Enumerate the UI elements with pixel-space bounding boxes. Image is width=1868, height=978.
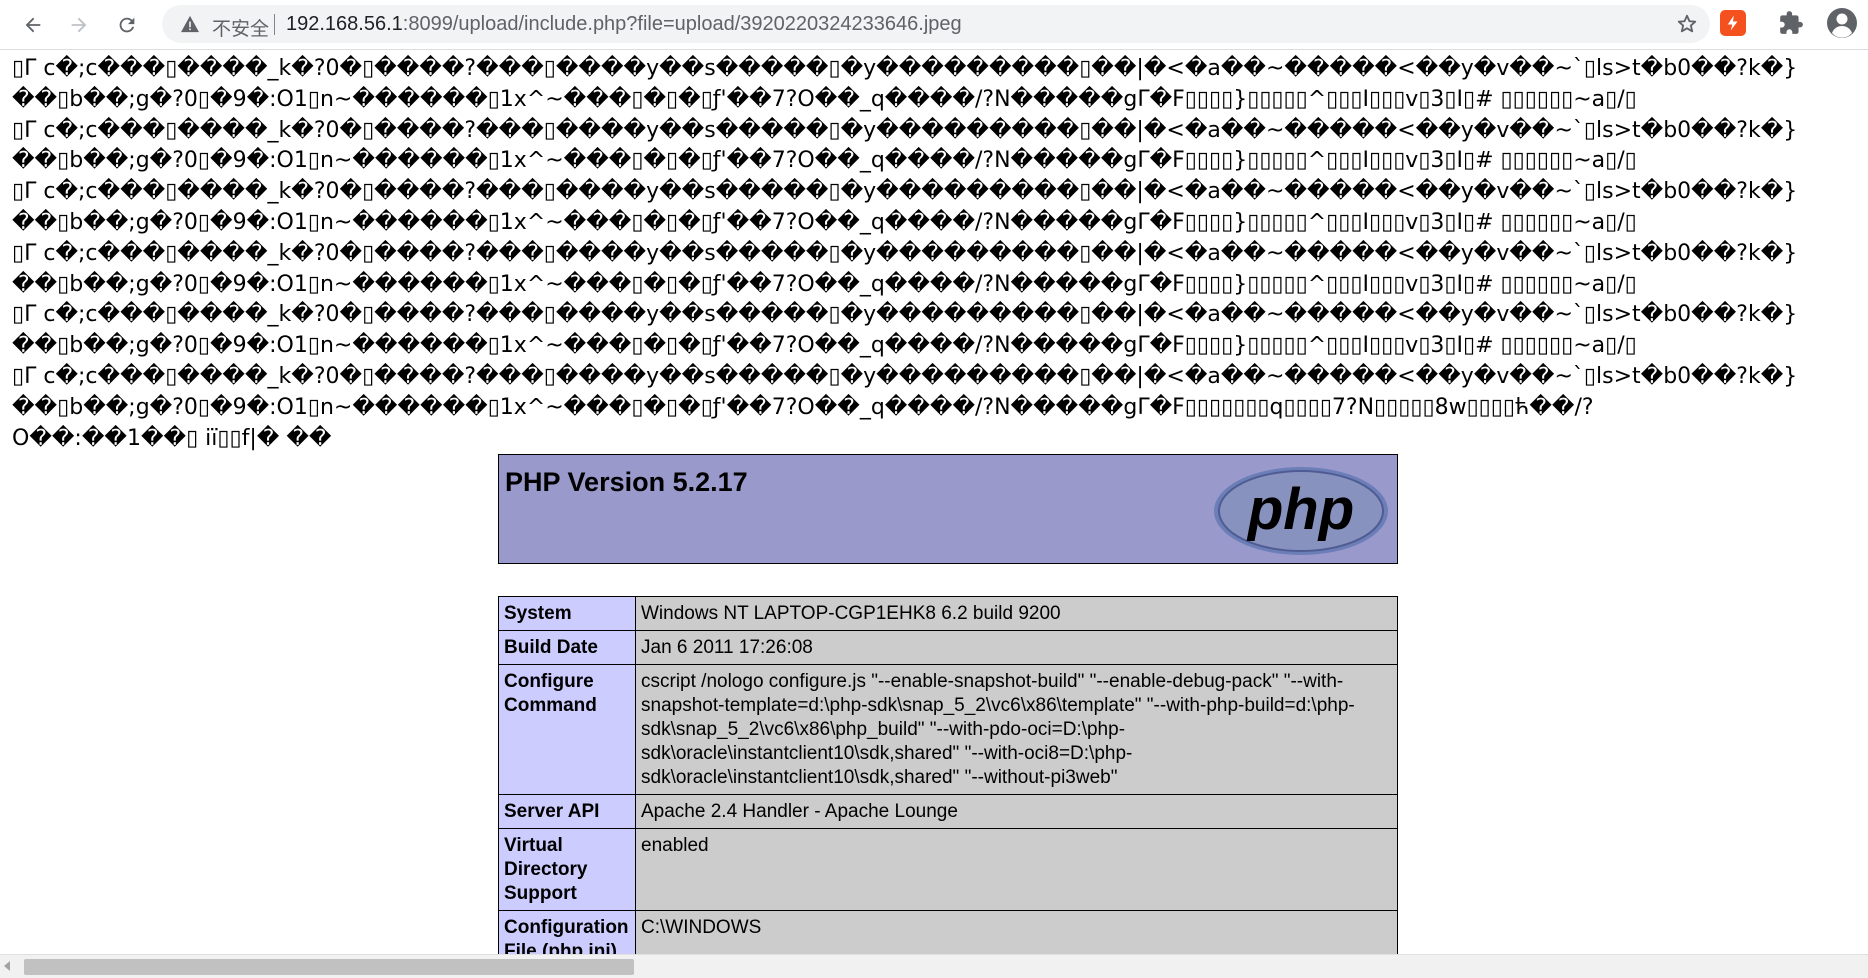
garbled-line: ▯Γ c�;c���▯����_k�?0�▯����?���▯����y��s�… — [12, 363, 1798, 389]
info-key: Server API — [498, 794, 636, 829]
info-value: cscript /nologo configure.js "--enable-s… — [635, 664, 1398, 795]
reload-icon — [119, 17, 135, 33]
warning-icon — [181, 15, 199, 33]
garbled-line: ▯Γ c�;c���▯����_k�?0�▯����?���▯����y��s�… — [12, 179, 1798, 205]
info-value: enabled — [635, 828, 1398, 911]
page-viewport: ▯Γ c�;c���▯����_k�?0�▯����?���▯����y��s�… — [0, 0, 1868, 954]
scroll-left-arrow-icon[interactable] — [4, 961, 10, 971]
url-host: 192.168.56.1 — [286, 13, 403, 35]
info-key: Configure Command — [498, 664, 636, 795]
phpinfo-table: System Windows NT LAPTOP-CGP1EHK8 6.2 bui… — [498, 596, 1398, 954]
star-icon[interactable] — [1676, 13, 1698, 35]
garbled-line: ▯Γ c�;c���▯����_k�?0�▯����?���▯����y��s�… — [12, 56, 1798, 81]
profile-icon[interactable] — [1826, 7, 1858, 39]
security-label[interactable]: 不安全 — [212, 14, 269, 41]
garbled-line: ��▯b��;g�?0▯�9�:O1▯n~������▯1x^~���▯�▯�▯… — [12, 209, 1637, 235]
extension-icon[interactable] — [1720, 10, 1746, 36]
garbled-line: ��▯b��;g�?0▯�9�:O1▯n~������▯1x^~���▯�▯�▯… — [12, 148, 1637, 174]
back-arrow-icon — [25, 17, 41, 33]
garbled-line: ��▯b��;g�?0▯�9�:O1▯n~������▯1x^~���▯�▯�▯… — [12, 271, 1637, 297]
table-row: Virtual Directory Support enabled — [498, 828, 1398, 911]
puzzle-icon[interactable] — [1778, 10, 1804, 36]
php-version-header: PHP Version 5.2.17 php — [498, 454, 1398, 564]
address-separator — [274, 14, 275, 35]
garbled-line: ��▯b��;g�?0▯�9�:O1▯n~������▯1x^~���▯�▯�▯… — [12, 333, 1637, 359]
php-version-title: PHP Version 5.2.17 — [505, 467, 748, 497]
info-key: Virtual Directory Support — [498, 828, 636, 911]
php-logo[interactable]: php — [1211, 463, 1391, 559]
address-bar[interactable]: 不安全 192.168.56.1:8099/upload/include.php… — [162, 5, 1710, 43]
garbled-line: ��▯b��;g�?0▯�9�:O1▯n~������▯1x^~���▯�▯�▯… — [12, 86, 1637, 112]
info-value: C:\WINDOWS — [635, 910, 1398, 954]
garbled-line: ��▯b��;g�?0▯�9�:O1▯n~������▯1x^~���▯�▯�▯… — [12, 394, 1594, 420]
table-row: Configuration File (php.ini) C:\WINDOWS — [498, 910, 1398, 954]
browser-toolbar: 不安全 192.168.56.1:8099/upload/include.php… — [0, 0, 1868, 50]
url-path: :8099/upload/include.php?file=upload/392… — [402, 13, 962, 35]
garbled-line: ▯Γ c�;c���▯����_k�?0�▯����?���▯����y��s�… — [12, 302, 1798, 328]
info-value: Apache 2.4 Handler - Apache Lounge — [635, 794, 1398, 829]
garbled-binary-output: ▯Γ c�;c���▯����_k�?0�▯����?���▯����y��s�… — [12, 54, 1860, 454]
info-key: Build Date — [498, 630, 636, 665]
forward-arrow-icon — [71, 17, 87, 33]
horizontal-scrollbar[interactable] — [0, 954, 1868, 978]
url-text[interactable]: 192.168.56.1:8099/upload/include.php?fil… — [286, 13, 962, 36]
scrollbar-thumb[interactable] — [24, 959, 634, 975]
garbled-line: ▯Γ c�;c���▯����_k�?0�▯����?���▯����y��s�… — [12, 240, 1798, 266]
lightning-icon — [1727, 15, 1738, 31]
table-row: Configure Command cscript /nologo configu… — [498, 664, 1398, 795]
info-value: Jan 6 2011 17:26:08 — [635, 630, 1398, 665]
info-key: Configuration File (php.ini) — [498, 910, 636, 954]
reload-button[interactable] — [110, 8, 144, 42]
table-row: System Windows NT LAPTOP-CGP1EHK8 6.2 bui… — [498, 596, 1398, 631]
garbled-line: ▯Γ c�;c���▯����_k�?0�▯����?���▯����y��s�… — [12, 117, 1798, 143]
table-row: Build Date Jan 6 2011 17:26:08 — [498, 630, 1398, 665]
forward-button[interactable] — [62, 8, 96, 42]
php-logo-text: php — [1246, 477, 1354, 542]
back-button[interactable] — [16, 8, 50, 42]
table-row: Server API Apache 2.4 Handler - Apache Lo… — [498, 794, 1398, 829]
info-key: System — [498, 596, 636, 631]
info-value: Windows NT LAPTOP-CGP1EHK8 6.2 build 920… — [635, 596, 1398, 631]
garbled-line: O��:��1��▯ iї▯▯f|� �� — [12, 425, 332, 451]
